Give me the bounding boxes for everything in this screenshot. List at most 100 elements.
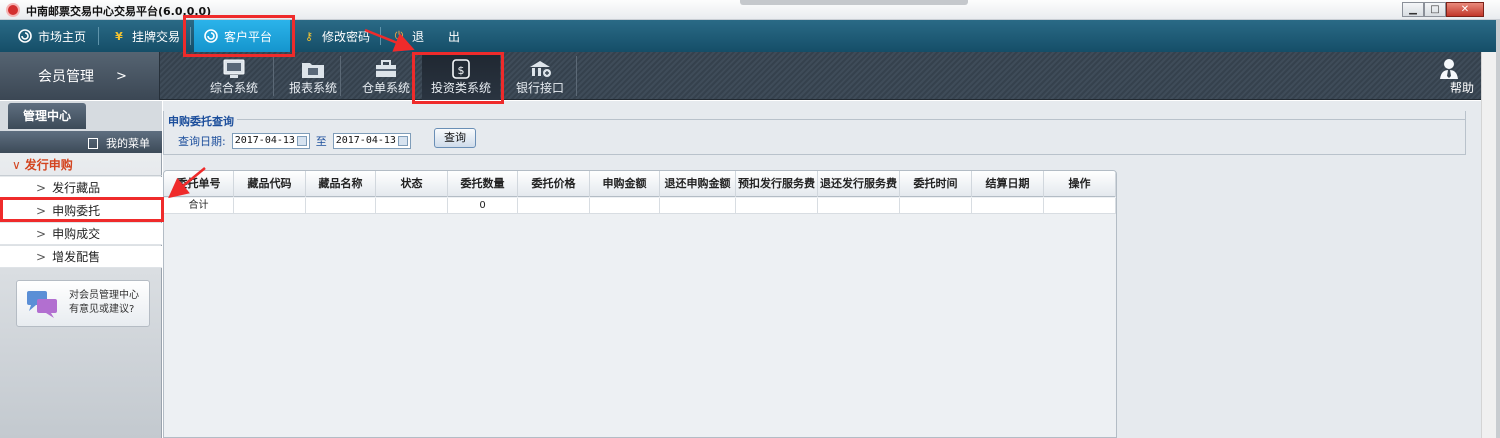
end-date-value: 2017-04-13: [335, 135, 396, 146]
left-sidebar: 管理中心 我的菜单 ∨ 发行申购 > 发行藏品 > 申购委托 > 申购成交 > 增发配售 …: [0, 101, 162, 438]
globe-icon: [204, 29, 218, 43]
feedback-line-1: 对会员管理中心: [69, 290, 139, 301]
menu-change-password[interactable]: ⚷ 修改密码: [302, 20, 370, 52]
panel-border: [234, 119, 1465, 120]
chevron-right-icon: >: [116, 68, 127, 84]
tab-management-center[interactable]: 管理中心: [8, 103, 86, 129]
grid-column-header[interactable]: 藏品代码: [234, 171, 306, 197]
tool-warehouse-system[interactable]: 仓单系统: [352, 52, 420, 100]
grid-column-header[interactable]: 藏品名称: [306, 171, 376, 197]
chevron-right-icon: >: [36, 227, 47, 241]
menu-label: 客户平台: [224, 29, 273, 44]
tool-bank-interface[interactable]: 银行接口: [508, 52, 572, 100]
sidebar-item-label: 发行藏品: [52, 181, 101, 195]
grid-header: 委托单号 藏品代码 藏品名称 状态 委托数量 委托价格 申购金额 退还申购金额 预扣发行服务费退…: [164, 171, 1116, 197]
close-button[interactable]: ✕: [1446, 2, 1484, 17]
query-button[interactable]: 查询: [434, 128, 476, 148]
folder-icon: [300, 58, 326, 80]
member-management-section[interactable]: 会员管理 >: [0, 52, 160, 100]
sidebar-item-issue-collectibles[interactable]: > 发行藏品: [0, 177, 162, 199]
chevron-right-icon: >: [36, 181, 47, 195]
chat-bubbles-icon: [25, 289, 59, 319]
grid-cell: [736, 198, 818, 214]
to-label: 至: [315, 135, 327, 148]
grid-column-header[interactable]: 状态: [376, 171, 448, 197]
sidebar-item-label: 申购委托: [52, 204, 101, 218]
module-toolbar: 会员管理 > 综合系统 报表系统 仓单系统 $ 投资类系统 银行接口 帮助: [0, 52, 1496, 100]
help-label: 帮助: [1449, 81, 1474, 95]
menu-listing-trade[interactable]: ¥ 挂牌交易: [112, 20, 180, 52]
calendar-icon[interactable]: [397, 136, 408, 146]
help-button[interactable]: 帮助: [1434, 52, 1474, 100]
window-edge: [1496, 20, 1500, 438]
grid-cell: 合计: [164, 198, 234, 214]
grid-column-header[interactable]: 退还发行服务费: [818, 171, 900, 197]
window-titlebar: 中南邮票交易中心交易平台(6.0.0.0) ▁ □ ✕: [0, 0, 1500, 20]
menu-label: 修改密码: [322, 29, 371, 44]
sidebar-item-subscription-deal[interactable]: > 申购成交: [0, 223, 162, 245]
grid-cell: [1044, 198, 1116, 214]
sidebar-group-issue-subscription[interactable]: ∨ 发行申购: [0, 154, 162, 176]
tool-label: 银行接口: [515, 81, 564, 95]
my-menu-row[interactable]: 我的菜单: [0, 131, 162, 153]
globe-icon: [18, 29, 32, 43]
grid-column-header[interactable]: 申购金额: [590, 171, 660, 197]
grid-total-row[interactable]: 合计 0: [164, 198, 1116, 214]
grid-cell: [306, 198, 376, 214]
menu-label: 退 出: [412, 29, 467, 44]
end-date-input[interactable]: 2017-04-13: [332, 133, 411, 149]
grid-column-header[interactable]: 操作: [1044, 171, 1116, 197]
grid-column-header[interactable]: 委托价格: [518, 171, 590, 197]
calendar-icon[interactable]: [296, 136, 307, 146]
vertical-scrollbar[interactable]: [1481, 52, 1496, 438]
grid-cell: [518, 198, 590, 214]
menu-client-platform[interactable]: 客户平台: [194, 20, 290, 52]
feedback-button[interactable]: 对会员管理中心 有意见或建议?: [16, 280, 150, 327]
sidebar-item-additional-allotment[interactable]: > 增发配售: [0, 246, 162, 268]
tool-divider: [576, 56, 577, 96]
chevron-right-icon: >: [36, 250, 47, 264]
start-date-input[interactable]: 2017-04-13: [231, 133, 310, 149]
grid-cell: [376, 198, 448, 214]
grid-column-header[interactable]: 预扣发行服务费: [736, 171, 818, 197]
chevron-right-icon: >: [36, 204, 47, 218]
tool-label: 仓单系统: [361, 81, 410, 95]
titlebar-handle: [740, 0, 968, 5]
tool-divider: [273, 56, 274, 96]
start-date-value: 2017-04-13: [234, 135, 295, 146]
menu-label: 市场主页: [38, 29, 87, 44]
svg-text:$: $: [458, 64, 465, 77]
power-icon: ⏻: [394, 29, 404, 42]
menu-divider: [380, 27, 381, 45]
sidebar-item-subscription-order[interactable]: > 申购委托: [0, 200, 162, 222]
grid-column-header[interactable]: 委托单号: [164, 171, 234, 197]
tool-label: 报表系统: [288, 81, 337, 95]
grid-column-header[interactable]: 委托数量: [448, 171, 518, 197]
main-content: 申购委托查询 查询日期: 2017-04-13 至 2017-04-13 查询 …: [163, 101, 1481, 438]
grid-column-header[interactable]: 委托时间: [900, 171, 972, 197]
chevron-down-icon: ∨: [12, 158, 21, 172]
my-menu-button[interactable]: 我的菜单: [88, 135, 150, 151]
maximize-button[interactable]: □: [1424, 2, 1446, 17]
query-date-label: 查询日期:: [178, 135, 226, 148]
bank-icon: [527, 58, 553, 80]
grid-column-header[interactable]: 退还申购金额: [660, 171, 736, 197]
bookmark-icon: [88, 137, 98, 149]
my-menu-label: 我的菜单: [106, 137, 150, 150]
main-menubar: 市场主页 ¥ 挂牌交易 客户平台 ⚷ 修改密码 ⏻ 退 出: [0, 20, 1496, 52]
grid-column-header[interactable]: 结算日期: [972, 171, 1044, 197]
tool-divider: [340, 56, 341, 96]
window-title: 中南邮票交易中心交易平台(6.0.0.0): [26, 5, 212, 18]
section-title: 会员管理: [38, 69, 94, 85]
menu-market-home[interactable]: 市场主页: [18, 20, 86, 52]
menu-logout[interactable]: ⏻ 退 出: [392, 20, 466, 52]
query-panel-title: 申购委托查询: [168, 113, 237, 129]
tool-investment-system[interactable]: $ 投资类系统: [422, 52, 500, 100]
key-icon: ⚷: [304, 29, 314, 43]
query-date-row: 查询日期: 2017-04-13 至 2017-04-13: [178, 133, 411, 149]
minimize-button[interactable]: ▁: [1402, 2, 1424, 17]
query-panel: 申购委托查询 查询日期: 2017-04-13 至 2017-04-13 查询: [163, 111, 1466, 155]
grid-cell: [234, 198, 306, 214]
tool-report-system[interactable]: 报表系统: [276, 52, 350, 100]
tool-general-system[interactable]: 综合系统: [196, 52, 272, 100]
